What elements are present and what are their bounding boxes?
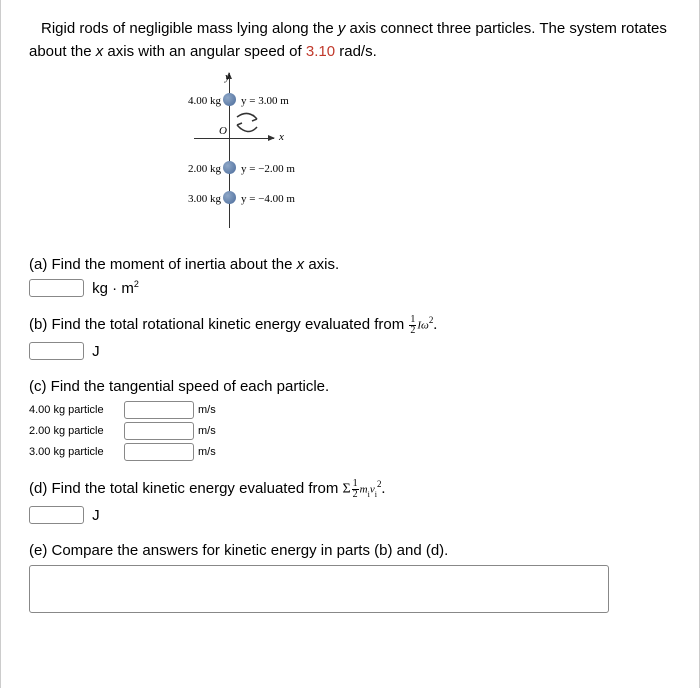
part-b: (b) Find the total rotational kinetic en… <box>29 315 671 360</box>
mass-label-2: 2.00 kg <box>188 163 221 175</box>
part-c-row-3: 3.00 kg particle m/s <box>29 443 671 461</box>
system-diagram: y x O 4.00 kg 2.00 kg 3.00 kg y = 3.00 m… <box>159 73 419 238</box>
position-label-1: y = 3.00 m <box>241 95 289 107</box>
part-c-row-1: 4.00 kg particle m/s <box>29 401 671 419</box>
part-a-unit: kg · m2 <box>92 280 139 297</box>
part-b-unit: J <box>92 343 100 360</box>
y-axis-label: y <box>225 71 230 83</box>
x-axis-label: x <box>279 131 284 143</box>
part-e-question: (e) Compare the answers for kinetic ener… <box>29 542 671 559</box>
problem-intro: Rigid rods of negligible mass lying alon… <box>29 18 671 63</box>
part-b-question: (b) Find the total rotational kinetic en… <box>29 315 671 336</box>
mass-label-3: 3.00 kg <box>188 193 221 205</box>
particle-3 <box>223 191 236 204</box>
part-a-question: (a) Find the moment of inertia about the… <box>29 256 671 273</box>
part-d: (d) Find the total kinetic energy evalua… <box>29 479 671 524</box>
part-c-row-2: 2.00 kg particle m/s <box>29 422 671 440</box>
part-b-input[interactable] <box>29 342 84 360</box>
part-d-unit: J <box>92 507 100 524</box>
part-d-input[interactable] <box>29 506 84 524</box>
part-e: (e) Compare the answers for kinetic ener… <box>29 542 671 613</box>
part-c-input-1[interactable] <box>124 401 194 419</box>
rotation-arrow-icon <box>233 111 263 135</box>
part-a-input[interactable] <box>29 279 84 297</box>
part-c-input-2[interactable] <box>124 422 194 440</box>
part-c-input-3[interactable] <box>124 443 194 461</box>
angular-speed-value: 3.10 <box>306 43 335 60</box>
origin-label: O <box>219 125 227 137</box>
particle-1 <box>223 93 236 106</box>
part-c-question: (c) Find the tangential speed of each pa… <box>29 378 671 395</box>
part-a: (a) Find the moment of inertia about the… <box>29 256 671 297</box>
position-label-2: y = −2.00 m <box>241 163 295 175</box>
part-e-input[interactable] <box>29 565 609 613</box>
mass-label-1: 4.00 kg <box>188 95 221 107</box>
x-axis <box>194 138 274 139</box>
part-c: (c) Find the tangential speed of each pa… <box>29 378 671 461</box>
part-d-question: (d) Find the total kinetic energy evalua… <box>29 479 671 500</box>
position-label-3: y = −4.00 m <box>241 193 295 205</box>
particle-2 <box>223 161 236 174</box>
